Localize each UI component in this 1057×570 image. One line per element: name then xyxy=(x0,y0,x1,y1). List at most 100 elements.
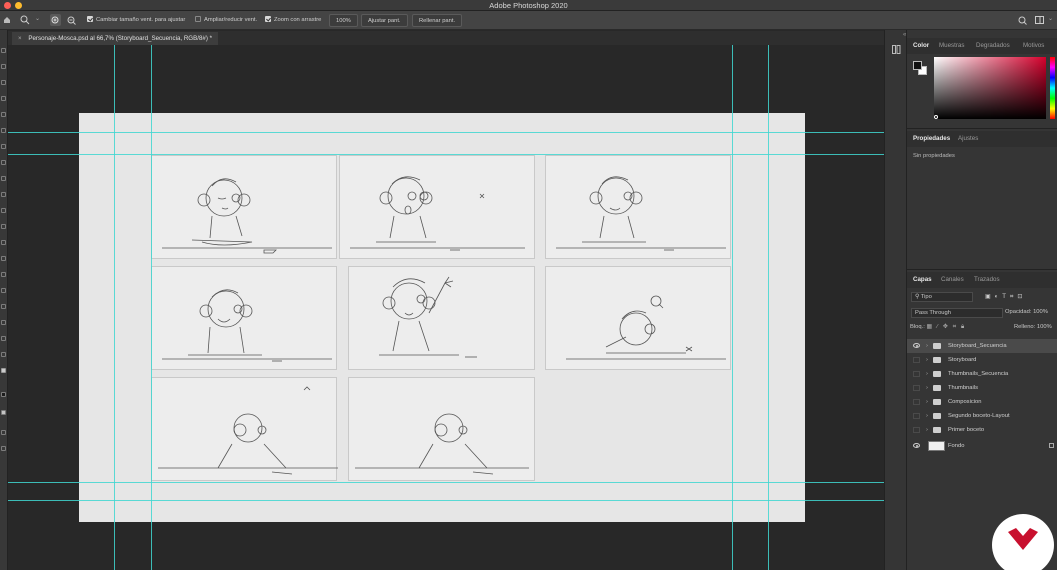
opacity-control[interactable]: Opacidad: 100% xyxy=(1005,309,1048,315)
storyboard-panel-4 xyxy=(151,266,337,370)
crop-tool-icon[interactable] xyxy=(1,112,6,117)
zoom-100-button[interactable]: 100% xyxy=(329,14,358,27)
visibility-off-box[interactable] xyxy=(913,385,920,391)
visibility-off-box[interactable] xyxy=(913,371,920,377)
layer-row[interactable]: › Thumbnails_Secuencia xyxy=(907,367,1057,381)
storyboard-panel-5 xyxy=(348,266,535,370)
color-field[interactable] xyxy=(934,57,1046,119)
screen-mode-icon[interactable] xyxy=(1,446,6,451)
hue-slider[interactable] xyxy=(1050,57,1055,119)
visibility-off-box[interactable] xyxy=(913,399,920,405)
stamp-tool-icon[interactable] xyxy=(1,192,6,197)
brush-tool-icon[interactable] xyxy=(1,176,6,181)
chevron-right-icon[interactable]: › xyxy=(926,395,928,409)
layer-row[interactable]: › Thumbnails xyxy=(907,381,1057,395)
dodge-tool-icon[interactable] xyxy=(1,272,6,277)
guide-vertical[interactable] xyxy=(768,45,769,570)
hand-tool-icon[interactable] xyxy=(1,352,6,357)
fill-control[interactable]: Relleno: 100% xyxy=(1014,324,1052,330)
zoom-out-icon[interactable] xyxy=(67,16,76,25)
guide-horizontal[interactable] xyxy=(8,132,884,133)
fill-value[interactable]: 100% xyxy=(1037,324,1052,330)
opacity-value[interactable]: 100% xyxy=(1033,309,1048,315)
home-icon[interactable] xyxy=(3,16,11,24)
chevron-right-icon[interactable]: › xyxy=(926,423,928,437)
resize-windows-checkbox[interactable]: Cambiar tamaño vent. para ajustar xyxy=(87,14,185,27)
tab-channels[interactable]: Canales xyxy=(941,276,964,283)
marquee-tool-icon[interactable] xyxy=(1,64,6,69)
app-title: Adobe Photoshop 2020 xyxy=(489,1,568,10)
close-tab-icon[interactable]: × xyxy=(18,35,22,42)
visibility-off-box[interactable] xyxy=(913,357,920,363)
guide-horizontal[interactable] xyxy=(8,500,884,501)
fit-screen-button[interactable]: Ajustar pant. xyxy=(361,14,408,27)
background-color-swatch[interactable] xyxy=(1,410,6,415)
quick-mask-icon[interactable] xyxy=(1,430,6,435)
shape-tool-icon[interactable] xyxy=(1,336,6,341)
lock-icons[interactable]: ▦⁄✥⌗🔒︎ xyxy=(926,324,969,330)
layer-row-selected[interactable]: › Storyboard_Secuencia xyxy=(907,339,1057,353)
blend-mode-select[interactable]: Pass Through xyxy=(911,308,1003,318)
guide-vertical[interactable] xyxy=(732,45,733,570)
quick-select-tool-icon[interactable] xyxy=(1,96,6,101)
guide-vertical[interactable] xyxy=(151,45,152,570)
document-canvas[interactable] xyxy=(79,113,805,522)
foreground-color-swatch[interactable] xyxy=(1,392,6,397)
workspace-icon[interactable] xyxy=(1035,16,1045,25)
search-icon[interactable] xyxy=(1018,16,1027,25)
canvas-workspace[interactable] xyxy=(8,45,884,570)
eye-icon[interactable] xyxy=(913,443,920,448)
collapse-panels-icon[interactable]: « xyxy=(903,32,906,38)
layer-row[interactable]: › Storyboard xyxy=(907,353,1057,367)
history-panel-icon[interactable] xyxy=(892,45,901,54)
scrubby-zoom-checkbox[interactable]: Zoom con arrastre xyxy=(265,14,321,27)
blur-tool-icon[interactable] xyxy=(1,256,6,261)
chevron-right-icon[interactable]: › xyxy=(926,367,928,381)
layer-row[interactable]: › Composicion xyxy=(907,395,1057,409)
workspace-chevron-icon[interactable]: ⌄ xyxy=(1048,15,1053,22)
fill-screen-button[interactable]: Rellenar pant. xyxy=(412,14,463,27)
layer-row[interactable]: › Primer boceto xyxy=(907,423,1057,437)
layer-row-background[interactable]: Fondo xyxy=(907,439,1057,453)
tab-color[interactable]: Color xyxy=(913,42,929,49)
tab-gradients[interactable]: Degradados xyxy=(976,42,1010,49)
chevron-right-icon[interactable]: › xyxy=(926,381,928,395)
tab-paths[interactable]: Trazados xyxy=(974,276,1000,283)
tool-preset-chevron-icon[interactable]: ⌄ xyxy=(35,15,40,22)
move-tool-icon[interactable] xyxy=(1,48,6,53)
zoom-all-windows-checkbox[interactable]: Ampliar/reducir vent. xyxy=(195,14,257,27)
guide-horizontal[interactable] xyxy=(8,482,884,483)
layer-filter-icons[interactable]: ▣◐T⌗⊡ xyxy=(985,293,1026,301)
pen-tool-icon[interactable] xyxy=(1,288,6,293)
eye-icon[interactable] xyxy=(913,343,920,348)
eraser-tool-icon[interactable] xyxy=(1,224,6,229)
zoom-in-button[interactable] xyxy=(50,14,61,26)
tab-properties[interactable]: Propiedades xyxy=(913,135,950,142)
gradient-tool-icon[interactable] xyxy=(1,240,6,245)
visibility-off-box[interactable] xyxy=(913,413,920,419)
lasso-tool-icon[interactable] xyxy=(1,80,6,85)
zoom-tool-active-icon[interactable] xyxy=(1,368,6,373)
frame-tool-icon[interactable] xyxy=(1,128,6,133)
document-tab[interactable]: × Personaje-Mosca.psd al 66,7% (Storyboa… xyxy=(12,32,219,45)
type-tool-icon[interactable] xyxy=(1,304,6,309)
visibility-off-box[interactable] xyxy=(913,427,920,433)
chevron-right-icon[interactable]: › xyxy=(926,339,928,353)
history-brush-tool-icon[interactable] xyxy=(1,208,6,213)
zoom-tool-icon[interactable] xyxy=(20,15,30,25)
tab-swatches[interactable]: Muestras xyxy=(939,42,964,49)
eyedropper-tool-icon[interactable] xyxy=(1,144,6,149)
healing-tool-icon[interactable] xyxy=(1,160,6,165)
guide-vertical[interactable] xyxy=(114,45,115,570)
chevron-right-icon[interactable]: › xyxy=(926,353,928,367)
tab-patterns[interactable]: Motivos xyxy=(1023,42,1044,49)
guide-horizontal[interactable] xyxy=(8,154,884,155)
layer-filter-select[interactable]: ⚲ Tipo xyxy=(911,292,973,302)
chevron-right-icon[interactable]: › xyxy=(926,409,928,423)
color-picker-handle[interactable] xyxy=(934,115,938,119)
tab-adjustments[interactable]: Ajustes xyxy=(958,135,978,142)
foreground-color-chip[interactable] xyxy=(913,61,922,70)
tab-layers[interactable]: Capas xyxy=(913,276,932,283)
path-select-tool-icon[interactable] xyxy=(1,320,6,325)
layer-row[interactable]: › Segundo boceto-Layout xyxy=(907,409,1057,423)
